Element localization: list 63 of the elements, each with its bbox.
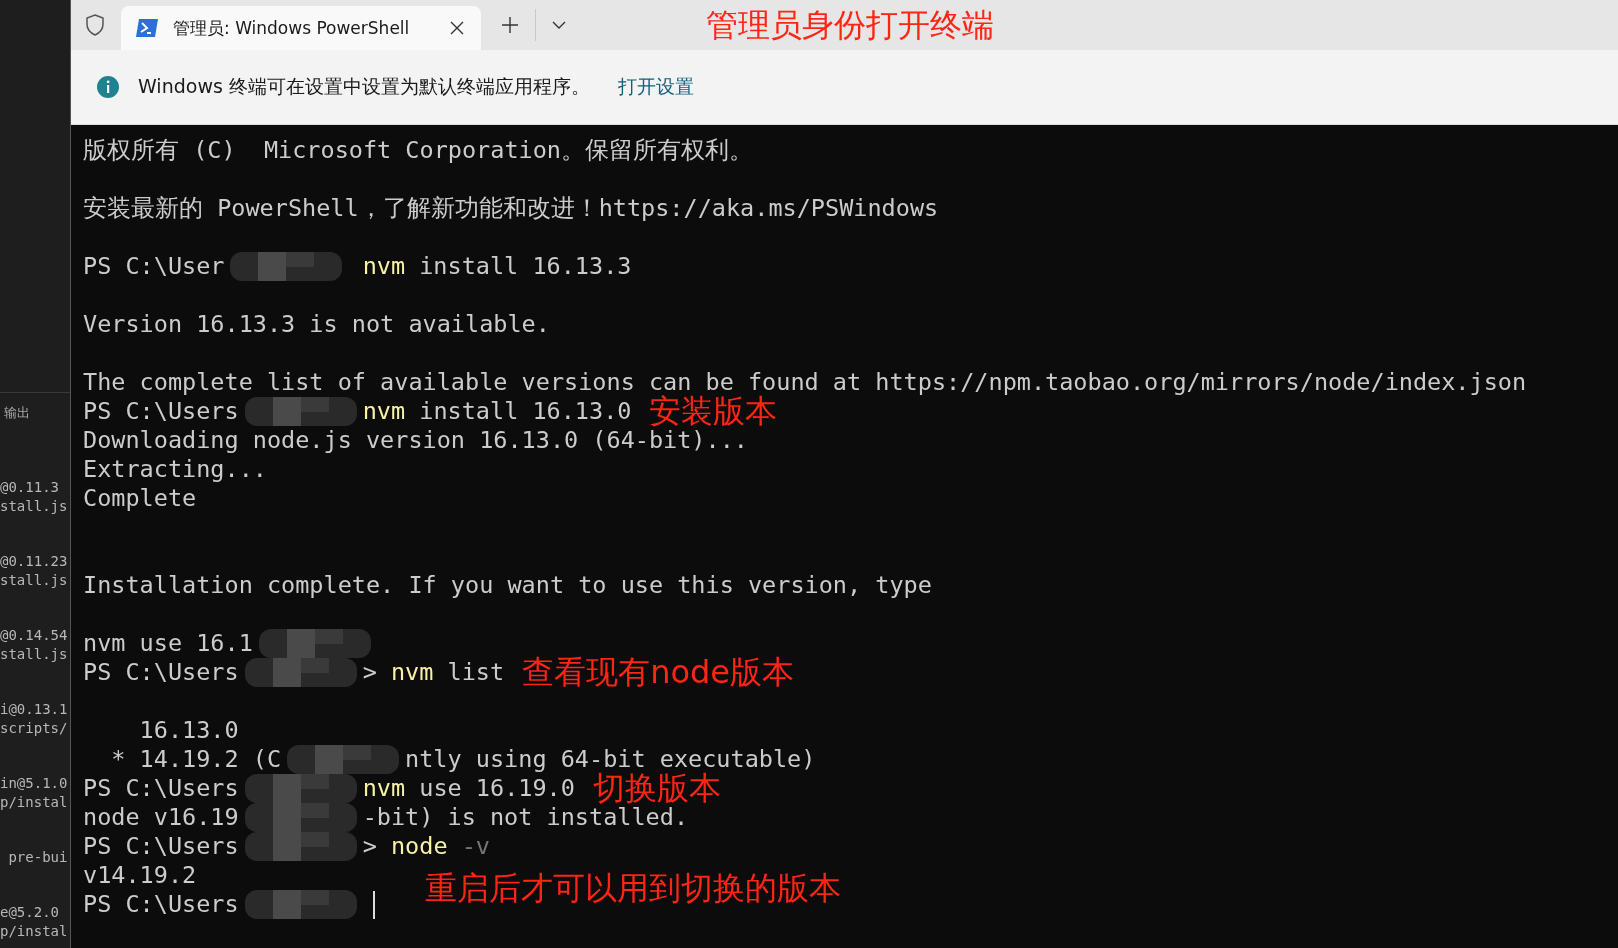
annotation: 切换版本	[592, 774, 721, 803]
terminal-text: 16.13.0	[138, 716, 239, 745]
text-cursor	[372, 890, 375, 919]
terminal-text: Installation complete. If you want to use this version, type	[83, 571, 932, 600]
terminal-text: Complete	[83, 484, 197, 513]
panel-tab[interactable]: 输出	[0, 393, 70, 434]
terminal-text: nvm	[362, 774, 406, 803]
terminal-text: PS C:\Users	[83, 658, 239, 687]
code-line: in@5.1.0	[0, 774, 68, 793]
terminal-text: PS C:\User	[83, 252, 225, 281]
terminal-text: The complete list of available versions can be found at https://npm.taobao.org/mirrors/node/index.json	[83, 368, 1527, 396]
terminal-text: Version 16.13.3 is not available.	[83, 310, 550, 339]
terminal-text: 安装最新的 PowerShell，了解新功能和改进！https://aka.ms/PSWindows	[83, 194, 939, 223]
terminal-tab[interactable]: 管理员: Windows PowerShell	[121, 6, 481, 50]
code-line: scripts/	[0, 719, 68, 738]
info-message: Windows 终端可在设置中设置为默认终端应用程序。	[138, 74, 590, 99]
plus-icon[interactable]	[501, 16, 519, 34]
terminal-text: * 14.19.2 (C	[110, 745, 282, 774]
code-line: @0.14.54	[0, 626, 68, 645]
close-icon[interactable]	[449, 20, 465, 36]
terminal-text: install 16.13.0	[418, 397, 632, 426]
terminal-text: PS C:\Users	[83, 890, 239, 919]
code-line: p/instal	[0, 793, 68, 812]
annotation: 查看现有node版本	[522, 658, 794, 687]
annotation: 管理员身份打开终端	[706, 5, 994, 45]
info-icon	[96, 75, 120, 99]
terminal-text: use 16.19.0	[418, 774, 575, 803]
terminal-text: nvm	[389, 658, 434, 687]
open-settings-link[interactable]: 打开设置	[617, 74, 694, 100]
terminal-text: PS C:\Users	[83, 832, 239, 861]
code-line: stall.js	[0, 645, 68, 664]
terminal-text: >	[362, 832, 377, 861]
code-line: @0.11.23	[0, 552, 68, 571]
terminal-text: install 16.13.3	[418, 252, 632, 281]
terminal-text: 版权所有 (C) Microsoft Corporation。保留所有权利。	[83, 136, 753, 165]
terminal-text: Extracting...	[83, 455, 267, 484]
code-line: stall.js	[0, 497, 68, 516]
code-line: stall.js	[0, 571, 68, 590]
chevron-down-icon[interactable]	[552, 21, 566, 29]
terminal-text: Downloading node.js version 16.13.0 (64-bit)...	[83, 426, 748, 455]
terminal-text: v14.19.2	[83, 861, 197, 890]
terminal-text: -bit) is not installed.	[362, 803, 689, 832]
terminal-text: node	[389, 832, 448, 861]
code-line: pre-bui	[7, 848, 68, 867]
terminal-text: >	[362, 658, 377, 687]
terminal-text: PS C:\Users	[83, 774, 239, 803]
terminal-text: nvm use 16.1	[83, 629, 253, 658]
terminal-text: -v	[460, 832, 490, 861]
terminal-text: node v16.19	[83, 803, 239, 832]
code-line: e@5.2.0	[0, 903, 59, 922]
code-line: i@0.13.1	[0, 700, 68, 719]
code-line: @0.11.3	[0, 478, 59, 497]
powershell-icon	[135, 18, 159, 38]
terminal-text: list	[446, 658, 505, 687]
terminal-text: ntly using 64-bit executable)	[405, 745, 816, 773]
terminal-text: PS C:\Users	[83, 397, 239, 426]
terminal-text: nvm	[362, 397, 406, 426]
annotation: 安装版本	[649, 397, 778, 426]
terminal-text: nvm	[361, 252, 406, 281]
tab-title: 管理员: Windows PowerShell	[173, 16, 411, 40]
shield-icon[interactable]	[83, 13, 107, 37]
code-line: p/instal	[0, 922, 68, 941]
annotation: 重启后才可以用到切换的版本	[424, 874, 841, 903]
